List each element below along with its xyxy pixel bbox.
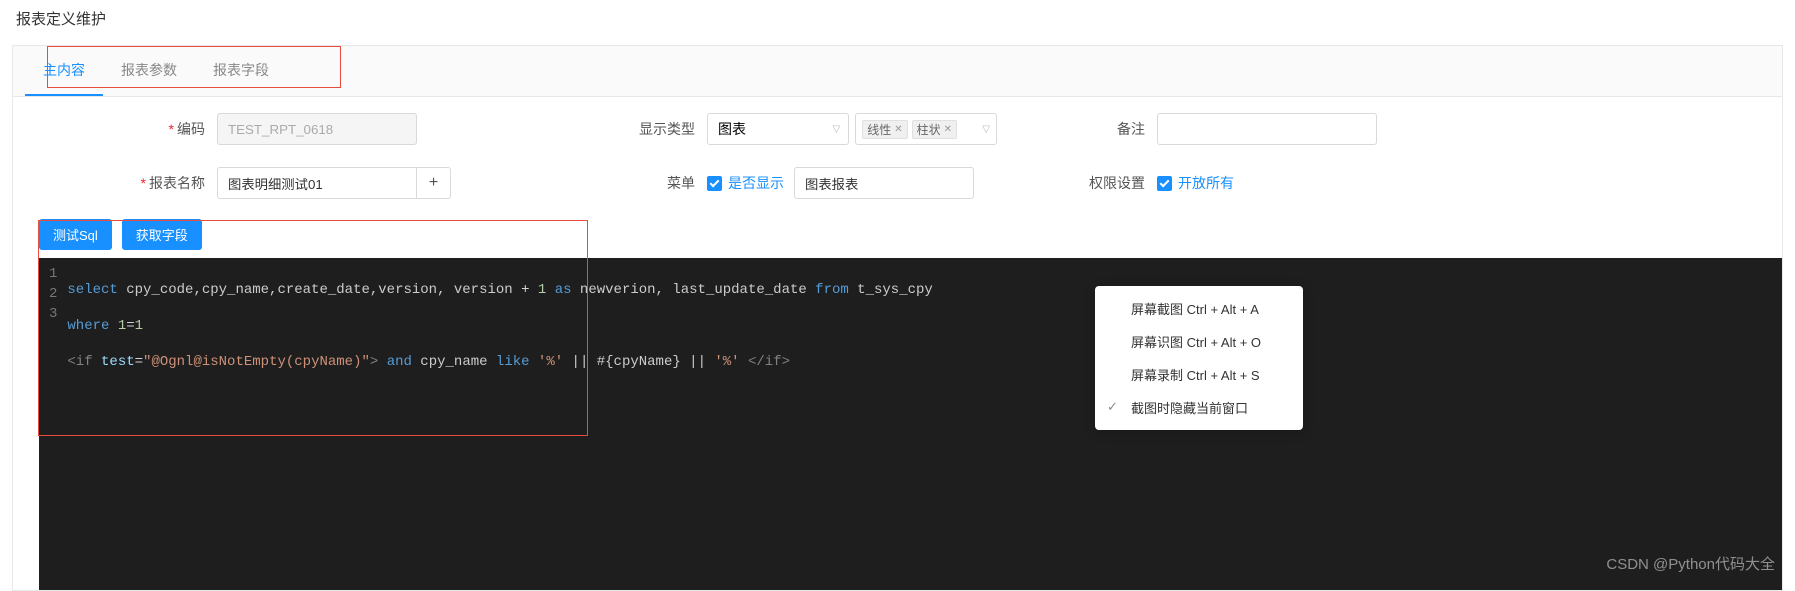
check-icon: ✓ bbox=[1107, 399, 1118, 415]
tag-bar[interactable]: 柱状✕ bbox=[912, 120, 957, 139]
report-name-input[interactable] bbox=[217, 167, 417, 199]
get-fields-button[interactable]: 获取字段 bbox=[122, 219, 202, 250]
menu-input[interactable] bbox=[794, 167, 974, 199]
tag-linear[interactable]: 线性✕ bbox=[862, 120, 907, 139]
close-icon[interactable]: ✕ bbox=[894, 124, 902, 135]
line-gutter: 123 bbox=[39, 258, 67, 590]
show-label: 是否显示 bbox=[728, 173, 784, 193]
menu-screenshot[interactable]: 屏幕截图 Ctrl + Alt + A bbox=[1095, 292, 1303, 325]
menu-ocr[interactable]: 屏幕识图 Ctrl + Alt + O bbox=[1095, 325, 1303, 358]
menu-hide-window[interactable]: ✓截图时隐藏当前窗口 bbox=[1095, 391, 1303, 424]
plus-icon: + bbox=[429, 174, 438, 192]
chevron-down-icon: ▽ bbox=[832, 124, 840, 135]
open-all-label: 开放所有 bbox=[1178, 173, 1234, 193]
menu-record[interactable]: 屏幕录制 Ctrl + Alt + S bbox=[1095, 358, 1303, 391]
watermark: CSDN @Python代码大全 bbox=[1606, 553, 1775, 574]
sql-editor[interactable]: 123 select cpy_code,cpy_name,create_date… bbox=[39, 258, 1782, 590]
sql-toolbar: 测试Sql 获取字段 bbox=[13, 215, 1782, 258]
display-type-select[interactable]: 图表 ▽ bbox=[707, 113, 849, 145]
label-display-type: 显示类型 bbox=[497, 119, 707, 139]
remark-input[interactable] bbox=[1157, 113, 1377, 145]
code-content[interactable]: select cpy_code,cpy_name,create_date,ver… bbox=[67, 258, 1782, 590]
open-all-checkbox[interactable] bbox=[1157, 176, 1172, 191]
page-title: 报表定义维护 bbox=[0, 0, 1795, 37]
label-permission: 权限设置 bbox=[997, 173, 1157, 193]
close-icon[interactable]: ✕ bbox=[944, 124, 952, 135]
label-report-name: *报表名称 bbox=[37, 173, 217, 193]
tabs: 主内容 报表参数 报表字段 bbox=[13, 46, 1782, 97]
chart-style-select[interactable]: 线性✕ 柱状✕ ▽ bbox=[855, 113, 997, 145]
label-remark: 备注 bbox=[997, 119, 1157, 139]
chevron-down-icon: ▽ bbox=[982, 124, 990, 135]
main-panel: 主内容 报表参数 报表字段 *编码 显示类型 图表 ▽ 线性✕ 柱状✕ ▽ 备注… bbox=[12, 45, 1783, 591]
tab-main[interactable]: 主内容 bbox=[25, 46, 103, 96]
test-sql-button[interactable]: 测试Sql bbox=[39, 219, 112, 250]
add-button[interactable]: + bbox=[417, 167, 451, 199]
tab-params[interactable]: 报表参数 bbox=[103, 46, 195, 96]
label-code: *编码 bbox=[37, 119, 217, 139]
show-checkbox[interactable] bbox=[707, 176, 722, 191]
form: *编码 显示类型 图表 ▽ 线性✕ 柱状✕ ▽ 备注 *报表名称 + 菜单 是否… bbox=[13, 97, 1782, 215]
tab-fields[interactable]: 报表字段 bbox=[195, 46, 287, 96]
label-menu: 菜单 bbox=[497, 173, 707, 193]
context-menu: 屏幕截图 Ctrl + Alt + A 屏幕识图 Ctrl + Alt + O … bbox=[1095, 286, 1303, 430]
code-input bbox=[217, 113, 417, 145]
